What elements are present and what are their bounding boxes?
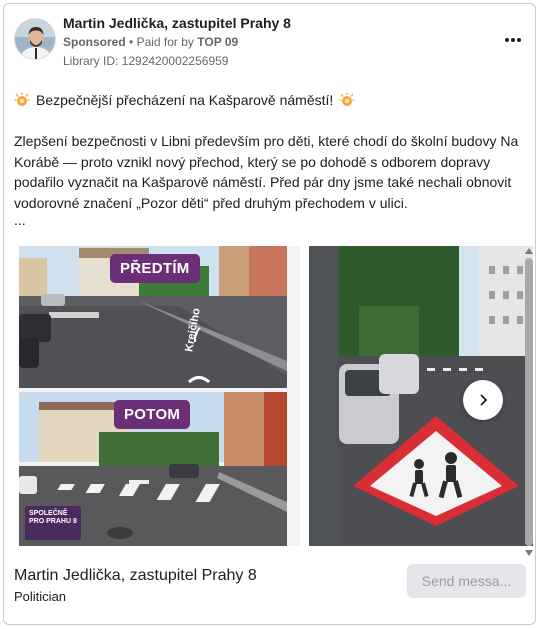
scrollbar[interactable] [524,246,534,558]
left-photo-edge [309,246,339,546]
more-horizontal-icon [505,38,509,42]
after-photo: POTOM SPOLEČNĚ PRO PRAHU 8 [19,392,287,546]
ad-card: Martin Jedlička, zastupitel Prahy 8 Spon… [3,3,536,625]
scrollbar-thumb[interactable] [525,258,533,546]
send-message-button[interactable]: Send messa... [407,564,526,598]
children-crossing-marking-image [339,246,533,546]
library-id: Library ID: 1292420002256959 [63,54,229,68]
media-carousel[interactable]: PŘEDTÍM Krejčího POTOM SPOLEČNĚ PRO PRAH… [4,246,535,548]
logo-line-2: PRO PRAHU 8 [29,518,77,525]
before-photo: PŘEDTÍM Krejčího [19,246,287,388]
headline-text: Bezpečnější přecházení na Kašparově námě… [36,92,334,108]
after-label: POTOM [114,400,191,429]
more-options-button[interactable] [501,30,525,50]
warning-light-icon [14,92,30,106]
sponsored-label: Sponsored [63,35,126,49]
scroll-up-arrow-icon[interactable] [525,248,533,254]
page-avatar[interactable] [14,18,56,60]
payer-name[interactable]: TOP 09 [197,35,238,49]
carousel-next-button[interactable] [463,380,503,420]
carousel-card-before-after[interactable]: PŘEDTÍM Krejčího POTOM SPOLEČNĚ PRO PRAH… [19,246,300,546]
chevron-right-icon [480,394,488,406]
scroll-down-arrow-icon[interactable] [525,550,533,556]
before-label: PŘEDTÍM [110,254,200,283]
post-body: Zlepšení bezpečnosti v Libni především p… [14,133,519,211]
avatar-portrait-icon [15,19,55,59]
footer-page-name[interactable]: Martin Jedlička, zastupitel Prahy 8 [14,567,257,585]
warning-light-icon [339,92,355,106]
logo-line-1: SPOLEČNĚ [29,510,68,517]
crossing-photo [339,246,533,546]
sponsor-line: Sponsored • Paid for by TOP 09 [63,35,238,49]
see-more-ellipsis[interactable]: ... [14,212,26,228]
paid-for-by-label: Paid for by [136,35,194,49]
footer-category: Politician [14,589,67,604]
campaign-logo: SPOLEČNĚ PRO PRAHU 8 [25,506,81,540]
separator-dot: • [129,35,134,49]
more-dot [517,38,521,42]
page-name-link[interactable]: Martin Jedlička, zastupitel Prahy 8 [63,15,291,31]
post-headline: Bezpečnější přecházení na Kašparově námě… [14,90,529,110]
more-dot [511,38,515,42]
